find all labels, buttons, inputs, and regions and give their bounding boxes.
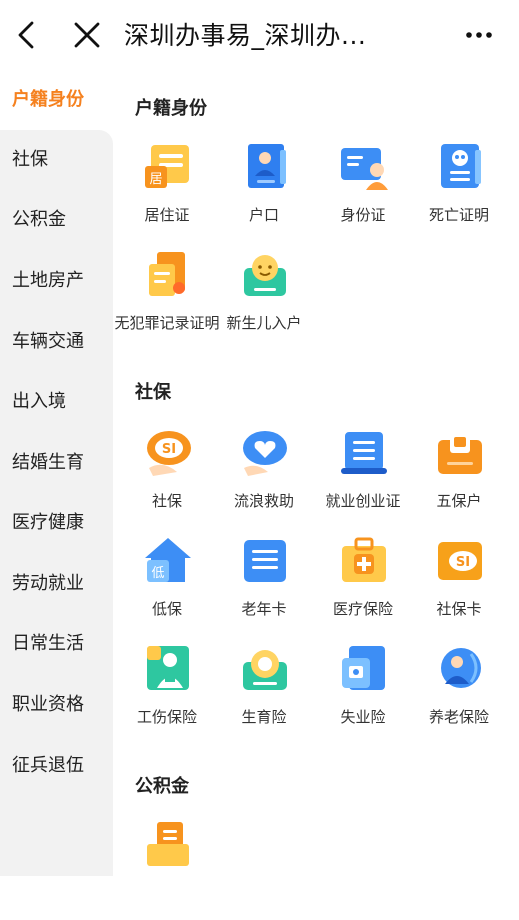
service-maternity-insurance[interactable]: 生育险 xyxy=(216,644,312,744)
sidebar-item-shebao[interactable]: 社保 xyxy=(0,130,113,190)
more-button[interactable] xyxy=(462,18,496,52)
residence-permit-icon: 居 xyxy=(145,145,189,188)
senior-card-icon xyxy=(244,540,286,582)
sidebar-item-vocational-qualification[interactable]: 职业资格 xyxy=(0,675,113,735)
service-no-criminal-record[interactable]: 无犯罪记录证明 xyxy=(114,250,220,350)
sidebar-item-exit-entry[interactable]: 出入境 xyxy=(0,372,113,432)
social-security-card-icon: SI xyxy=(438,542,482,580)
service-id-card[interactable]: 身份证 xyxy=(315,142,411,242)
svg-text:居: 居 xyxy=(149,172,162,187)
section-title-shebao: 社保 xyxy=(135,382,171,403)
household-register-icon xyxy=(248,144,286,188)
death-certificate-icon xyxy=(441,144,481,188)
service-household-register[interactable]: 户口 xyxy=(216,142,312,242)
housing-fund-icon xyxy=(147,822,189,866)
medical-insurance-icon xyxy=(342,537,386,582)
unemployment-insurance-icon xyxy=(342,646,385,690)
newborn-registration-icon xyxy=(244,255,286,296)
service-senior-card[interactable]: 老年卡 xyxy=(216,536,312,636)
sidebar-item-military-service[interactable]: 征兵退伍 xyxy=(0,736,113,796)
sidebar-item-daily-life[interactable]: 日常生活 xyxy=(0,614,113,674)
service-five-guarantees[interactable]: 五保户 xyxy=(411,428,507,528)
svg-text:SI: SI xyxy=(162,442,176,457)
sidebar-item-land-property[interactable]: 土地房产 xyxy=(0,251,113,311)
category-sidebar: 户籍身份 社保 公积金 土地房产 车辆交通 出入境 结婚生育 医疗健康 劳动就业… xyxy=(0,70,113,876)
service-medical-insurance[interactable]: 医疗保险 xyxy=(315,536,411,636)
top-bar: 深圳办事易_深圳办... xyxy=(0,0,519,70)
work-injury-insurance-icon xyxy=(147,646,189,690)
service-label: 社保卡 xyxy=(436,600,482,618)
page-title: 深圳办事易_深圳办... xyxy=(124,21,367,50)
close-icon xyxy=(74,22,100,48)
sidebar-item-huji[interactable]: 户籍身份 xyxy=(0,70,113,130)
service-pension-insurance[interactable]: 养老保险 xyxy=(411,644,507,744)
no-criminal-record-icon xyxy=(149,252,185,296)
sidebar-item-medical-health[interactable]: 医疗健康 xyxy=(0,493,113,553)
more-dots-icon xyxy=(466,32,492,38)
service-residence-permit[interactable]: 居 居住证 xyxy=(119,142,215,242)
social-security-icon: SI xyxy=(147,431,191,476)
sidebar-item-gongjijin[interactable]: 公积金 xyxy=(0,190,113,250)
svg-text:低: 低 xyxy=(151,566,164,581)
service-housing-fund[interactable] xyxy=(119,820,215,920)
section-title-huji: 户籍身份 xyxy=(135,98,207,119)
service-social-security[interactable]: SI 社保 xyxy=(119,428,215,528)
service-unemployment-insurance[interactable]: 失业险 xyxy=(315,644,411,744)
sidebar-item-marriage-birth[interactable]: 结婚生育 xyxy=(0,433,113,493)
service-social-security-card[interactable]: SI 社保卡 xyxy=(411,536,507,636)
service-label: 五保户 xyxy=(436,492,482,510)
maternity-insurance-icon xyxy=(243,650,287,690)
service-subsistence-allowance[interactable]: 低 低保 xyxy=(119,536,215,636)
service-newborn-registration[interactable]: 新生儿入户 xyxy=(216,250,312,350)
back-button[interactable] xyxy=(10,18,44,52)
service-vagrant-relief[interactable]: 流浪救助 xyxy=(216,428,312,528)
vagrant-relief-icon xyxy=(243,431,287,476)
service-label: 死亡证明 xyxy=(428,206,489,224)
service-work-injury-insurance[interactable]: 工伤保险 xyxy=(119,644,215,744)
sidebar-item-labor-employment[interactable]: 劳动就业 xyxy=(0,554,113,614)
service-label: 养老保险 xyxy=(428,708,489,726)
section-title-gongjijin: 公积金 xyxy=(135,776,189,797)
subsistence-allowance-icon: 低 xyxy=(145,538,191,582)
id-card-icon xyxy=(341,148,388,190)
chevron-left-icon xyxy=(18,21,34,49)
five-guarantees-icon xyxy=(438,431,482,474)
svg-text:SI: SI xyxy=(456,555,470,570)
service-label: 新生儿入户 xyxy=(226,314,302,332)
employment-certificate-icon xyxy=(341,432,387,474)
pension-insurance-icon xyxy=(441,648,481,688)
sidebar-item-vehicle-traffic[interactable]: 车辆交通 xyxy=(0,312,113,372)
service-death-certificate[interactable]: 死亡证明 xyxy=(411,142,507,242)
service-employment-certificate[interactable]: 就业创业证 xyxy=(315,428,411,528)
close-button[interactable] xyxy=(70,18,104,52)
